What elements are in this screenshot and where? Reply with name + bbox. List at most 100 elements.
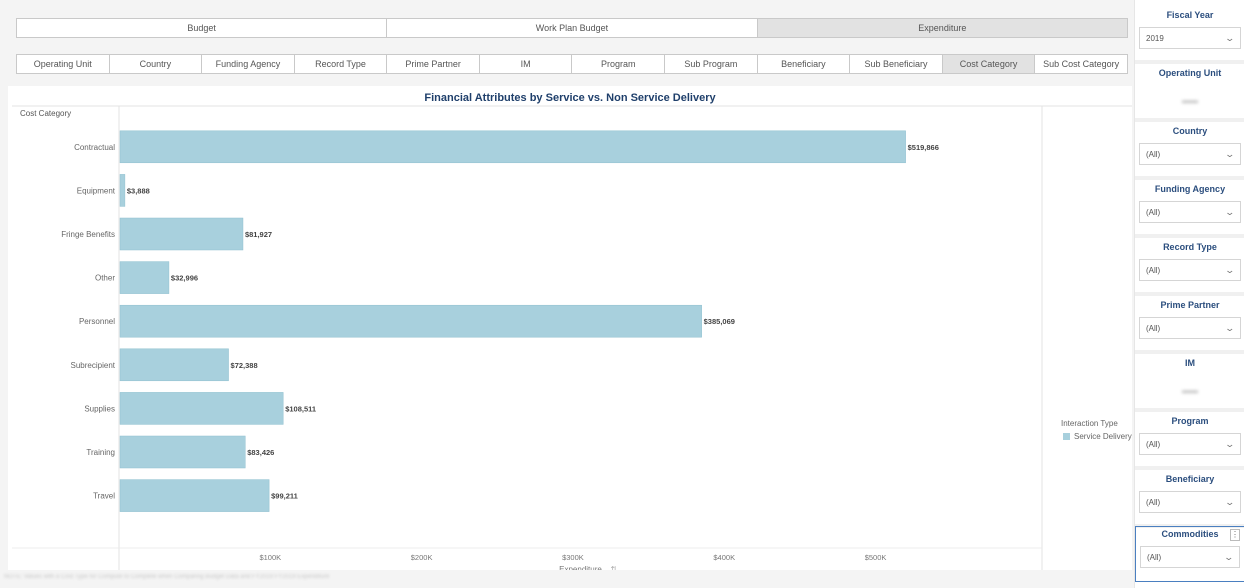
legend-label[interactable]: Service Delivery (1074, 432, 1132, 441)
x-tick-label: $400K (713, 553, 735, 562)
select-value: (All) (1146, 207, 1161, 217)
filter-title: Prime Partner (1160, 300, 1220, 310)
tab-expenditure[interactable]: Expenditure (757, 19, 1127, 37)
category-label: Training (86, 448, 115, 457)
bar[interactable] (119, 348, 229, 382)
bar[interactable] (119, 261, 170, 294)
bar-value-label: $519,866 (908, 143, 939, 152)
bar[interactable] (119, 130, 906, 164)
bar[interactable] (119, 392, 284, 425)
tab-prime-partner[interactable]: Prime Partner (387, 55, 480, 73)
redacted-text: ▬▬ (1182, 385, 1198, 395)
category-label: Equipment (77, 186, 116, 195)
bar[interactable] (119, 217, 244, 251)
redacted-value: ▬▬ (1139, 378, 1241, 402)
chevron-down-icon: ⌄ (1224, 206, 1236, 217)
fiscal-year-select[interactable]: 2019 ⌄ (1139, 27, 1241, 49)
filter-title: Beneficiary (1165, 474, 1215, 484)
bar-value-label: $385,069 (704, 317, 735, 326)
filter-separator (1135, 234, 1244, 238)
bar-value-label: $32,996 (171, 274, 198, 283)
filter-separator (1135, 60, 1244, 64)
tab-work-plan-budget[interactable]: Work Plan Budget (387, 19, 758, 37)
chart-panel: Financial Attributes by Service vs. Non … (8, 86, 1132, 570)
dimension-tabbar: Operating Unit Country Funding Agency Re… (16, 54, 1128, 74)
footer-note: NOTE: Values with a Cost Type for Comput… (4, 574, 330, 580)
chevron-down-icon: ⌄ (1224, 32, 1236, 43)
prime-partner-select[interactable]: (All) ⌄ (1139, 317, 1241, 339)
chevron-down-icon: ⌄ (1223, 551, 1235, 562)
bar[interactable] (119, 174, 126, 207)
filter-record-type: Record Type (All) ⌄ (1135, 240, 1244, 292)
redacted-text: ▬▬ (1182, 95, 1198, 105)
filter-title: Program (1171, 416, 1209, 426)
bar-value-label: $99,211 (271, 492, 298, 501)
chevron-down-icon: ⌄ (1224, 322, 1236, 333)
tab-record-type[interactable]: Record Type (295, 55, 388, 73)
filter-funding-agency: Funding Agency (All) ⌄ (1135, 182, 1244, 234)
bar-value-label: $83,426 (247, 448, 274, 457)
record-type-select[interactable]: (All) ⌄ (1139, 259, 1241, 281)
tab-sub-beneficiary[interactable]: Sub Beneficiary (850, 55, 943, 73)
category-label: Personnel (79, 317, 115, 326)
category-label: Contractual (74, 143, 115, 152)
filter-fiscal-year: Fiscal Year 2019 ⌄ (1135, 8, 1244, 60)
bar[interactable] (119, 435, 246, 469)
tab-im[interactable]: IM (480, 55, 573, 73)
tab-budget[interactable]: Budget (17, 19, 388, 37)
tab-cost-category[interactable]: Cost Category (942, 55, 1036, 73)
chart-title: Financial Attributes by Service vs. Non … (424, 92, 716, 104)
filter-separator (1135, 466, 1244, 470)
filter-prime-partner: Prime Partner (All) ⌄ (1135, 298, 1244, 350)
select-value: (All) (1146, 149, 1161, 159)
program-select[interactable]: (All) ⌄ (1139, 433, 1241, 455)
commodities-select[interactable]: (All) ⌄ (1140, 546, 1240, 568)
category-label: Travel (93, 492, 115, 501)
tab-sub-program[interactable]: Sub Program (665, 55, 758, 73)
beneficiary-select[interactable]: (All) ⌄ (1139, 491, 1241, 513)
bar-chart: Contractual $519,866 Equipment $3,888 Fringe… (12, 105, 1132, 570)
filter-separator (1135, 292, 1244, 296)
filter-title: Commodities (1161, 529, 1219, 539)
tab-sub-cost-category[interactable]: Sub Cost Category (1035, 55, 1127, 73)
redacted-value: ▬▬ (1139, 88, 1241, 112)
sort-icon[interactable]: ⇅ (611, 565, 618, 570)
select-value: (All) (1146, 439, 1161, 449)
view-tabbar: Budget Work Plan Budget Expenditure (16, 18, 1128, 38)
filter-program: Program (All) ⌄ (1135, 414, 1244, 466)
category-label: Supplies (84, 404, 115, 413)
x-tick-label: $200K (411, 553, 433, 562)
category-label: Other (95, 274, 115, 283)
chevron-down-icon: ⌄ (1224, 264, 1236, 275)
tab-country[interactable]: Country (110, 55, 203, 73)
select-value: (All) (1146, 497, 1161, 507)
chevron-down-icon: ⌄ (1224, 148, 1236, 159)
filter-separator (1135, 408, 1244, 412)
legend-swatch[interactable] (1063, 433, 1070, 440)
filter-title: Fiscal Year (1166, 10, 1214, 20)
category-label: Subrecipient (71, 361, 116, 370)
filter-commodities: Commodities (All) ⌄ ⋮ (1135, 526, 1244, 582)
bar-value-label: $108,511 (285, 404, 316, 413)
filter-title: Country (1172, 126, 1208, 136)
more-options-icon[interactable]: ⋮ (1230, 529, 1240, 541)
bar[interactable] (119, 479, 270, 512)
category-label: Fringe Benefits (61, 230, 115, 239)
tab-funding-agency[interactable]: Funding Agency (202, 55, 295, 73)
select-value: (All) (1146, 265, 1161, 275)
x-tick-label: $500K (865, 553, 887, 562)
filter-country: Country (All) ⌄ (1135, 124, 1244, 176)
funding-agency-select[interactable]: (All) ⌄ (1139, 201, 1241, 223)
country-select[interactable]: (All) ⌄ (1139, 143, 1241, 165)
tab-program[interactable]: Program (572, 55, 666, 73)
tab-operating-unit[interactable]: Operating Unit (17, 55, 110, 73)
bar-value-label: $72,388 (231, 361, 258, 370)
bar-value-label: $81,927 (245, 230, 272, 239)
filter-title: Record Type (1163, 242, 1217, 252)
filter-title: Operating Unit (1158, 68, 1222, 78)
select-value: (All) (1146, 323, 1161, 333)
row-header: Cost Category (20, 109, 72, 118)
chevron-down-icon: ⌄ (1224, 496, 1236, 507)
tab-beneficiary[interactable]: Beneficiary (758, 55, 851, 73)
bar[interactable] (119, 304, 702, 338)
